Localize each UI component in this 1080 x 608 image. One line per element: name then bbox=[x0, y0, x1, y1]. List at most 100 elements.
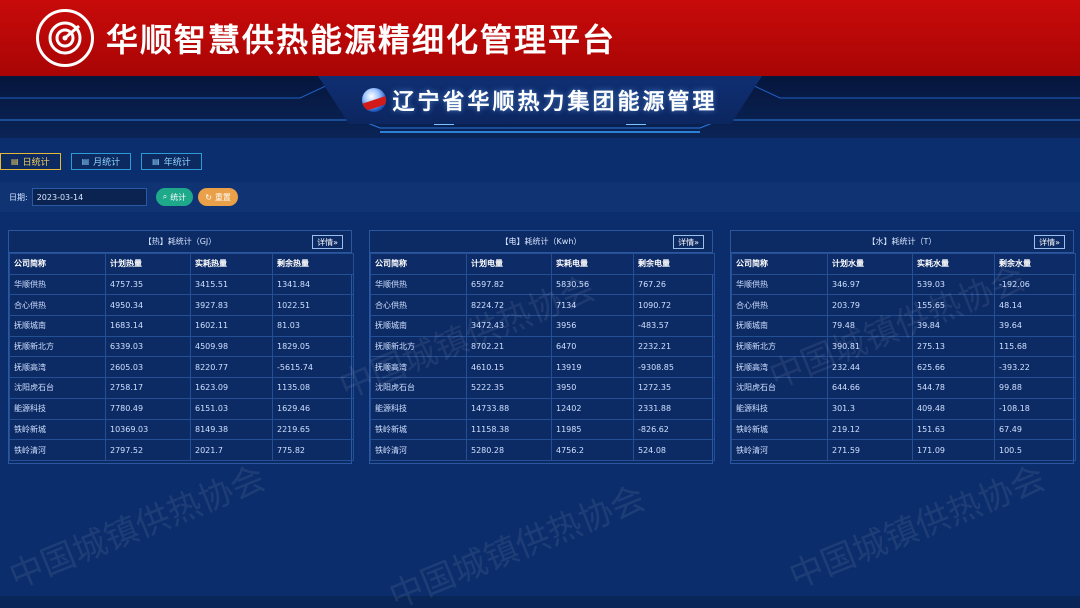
table-cell: 4610.15 bbox=[466, 356, 552, 379]
table-cell: 155.65 bbox=[912, 294, 995, 317]
table-row: 铁岭清河 271.59 171.09 100.5 bbox=[731, 439, 1076, 461]
column-header: 实耗热量 bbox=[190, 253, 273, 275]
table-cell: 39.64 bbox=[994, 315, 1076, 337]
table-cell: 12402 bbox=[551, 397, 634, 420]
table-cell: 232.44 bbox=[827, 356, 913, 379]
tab-yearly[interactable]: ▤ 年统计 bbox=[141, 153, 202, 170]
table-cell: 1135.08 bbox=[272, 377, 354, 399]
table-cell: 7134 bbox=[551, 294, 634, 317]
table-cell: 3950 bbox=[551, 377, 634, 399]
table-row: 能源科技 14733.88 12402 2331.88 bbox=[370, 397, 715, 420]
table-cell: 115.68 bbox=[994, 335, 1076, 358]
table-cell: 409.48 bbox=[912, 397, 995, 420]
filter-bar: 日期: ⌕ 统计 ↻ 重置 bbox=[0, 182, 1080, 212]
table-row: 华顺供热 4757.35 3415.51 1341.84 bbox=[9, 273, 354, 296]
column-header: 剩余电量 bbox=[633, 253, 715, 275]
table-cell: 4950.34 bbox=[105, 294, 191, 317]
calendar-icon: ▤ bbox=[11, 157, 19, 166]
detail-button[interactable]: 详情» bbox=[312, 235, 343, 249]
search-icon: ⌕ bbox=[162, 192, 168, 201]
table-cell: 81.03 bbox=[272, 315, 354, 337]
table-cell: 151.63 bbox=[912, 418, 995, 441]
water-panel: 【水】耗统计（T） 详情» 公司简称 计划水量 实耗水量 剩余水量 华顺供热 346.9… bbox=[730, 230, 1076, 464]
table-cell: 644.66 bbox=[827, 377, 913, 399]
calendar-icon: ▤ bbox=[152, 157, 160, 166]
table-cell: 5222.35 bbox=[466, 377, 552, 399]
table-cell: 2758.17 bbox=[105, 377, 191, 399]
table-cell: 抚顺新北方 bbox=[9, 335, 106, 358]
table-cell: 抚顺新北方 bbox=[731, 335, 828, 358]
panel-title: 【热】耗统计（GJ） bbox=[143, 237, 217, 246]
column-header: 公司简称 bbox=[731, 253, 828, 275]
tab-label: 年统计 bbox=[163, 158, 191, 168]
table-row: 能源科技 7780.49 6151.03 1629.46 bbox=[9, 397, 354, 420]
table-cell: 5280.28 bbox=[466, 439, 552, 461]
tab-daily[interactable]: ▤ 日统计 bbox=[0, 153, 61, 170]
table-cell: 48.14 bbox=[994, 294, 1076, 317]
column-header: 公司简称 bbox=[370, 253, 467, 275]
table-cell: 1683.14 bbox=[105, 315, 191, 337]
table-cell: 2797.52 bbox=[105, 439, 191, 461]
table-cell: 铁岭清河 bbox=[370, 439, 467, 461]
table-row: 抚顺新北方 390.81 275.13 115.68 bbox=[731, 335, 1076, 358]
table-cell: 6597.82 bbox=[466, 273, 552, 296]
bottom-bar bbox=[0, 596, 1080, 608]
table-cell: 沈阳虎石台 bbox=[731, 377, 828, 399]
calendar-icon: ▤ bbox=[81, 157, 90, 166]
table-cell: -108.18 bbox=[994, 397, 1076, 420]
table-cell: 合心供热 bbox=[9, 294, 106, 317]
table-cell: 铁岭新城 bbox=[370, 418, 467, 441]
reset-button[interactable]: ↻ 重置 bbox=[198, 188, 238, 206]
table-row: 铁岭清河 2797.52 2021.7 775.82 bbox=[9, 439, 354, 461]
table-cell: 524.08 bbox=[633, 439, 715, 461]
table-cell: 301.3 bbox=[827, 397, 913, 420]
table-row: 铁岭新城 11158.38 11985 -826.62 bbox=[370, 418, 715, 441]
table-cell: 775.82 bbox=[272, 439, 354, 461]
date-label: 日期: bbox=[9, 192, 28, 202]
table-row: 华顺供热 346.97 539.03 -192.06 bbox=[731, 273, 1076, 296]
table-cell: 3415.51 bbox=[190, 273, 273, 296]
tab-monthly[interactable]: ▤ 月统计 bbox=[70, 153, 132, 170]
table-cell: 抚顺城南 bbox=[370, 315, 467, 337]
table-cell: 华顺供热 bbox=[731, 273, 828, 296]
table-cell: 抚顺城南 bbox=[9, 315, 106, 337]
app-title: 华顺智慧供热能源精细化管理平台 bbox=[106, 21, 617, 59]
table-cell: 625.66 bbox=[912, 356, 995, 379]
table-row: 抚顺新北方 6339.03 4509.98 1829.05 bbox=[9, 335, 354, 358]
date-input[interactable] bbox=[31, 188, 147, 206]
detail-button[interactable]: 详情» bbox=[1034, 235, 1065, 249]
globe-logo-icon bbox=[362, 88, 387, 112]
table-cell: 铁岭清河 bbox=[731, 439, 828, 461]
table-cell: 4756.2 bbox=[551, 439, 634, 461]
table-cell: 271.59 bbox=[827, 439, 913, 461]
table-cell: 1022.51 bbox=[272, 294, 354, 317]
table-cell: 合心供热 bbox=[731, 294, 828, 317]
table-cell: 544.78 bbox=[912, 377, 995, 399]
table-cell: 275.13 bbox=[912, 335, 995, 358]
statistics-button[interactable]: ⌕ 统计 bbox=[155, 188, 194, 206]
table-cell: 抚顺城南 bbox=[731, 315, 828, 337]
tab-label: 月统计 bbox=[93, 158, 121, 168]
table-row: 抚顺新北方 8702.21 6470 2232.21 bbox=[370, 335, 715, 358]
refresh-icon: ↻ bbox=[205, 192, 212, 202]
page-title: 辽宁省华顺热力集团能源管理 bbox=[392, 90, 718, 115]
table-row: 铁岭新城 219.12 151.63 67.49 bbox=[731, 418, 1076, 441]
table-cell: 67.49 bbox=[994, 418, 1076, 441]
target-logo-icon bbox=[36, 9, 94, 67]
table-cell: 100.5 bbox=[994, 439, 1076, 461]
table-cell: 2219.65 bbox=[272, 418, 354, 441]
table-cell: 抚顺新北方 bbox=[370, 335, 467, 358]
panel-title: 【水】耗统计（T） bbox=[867, 237, 937, 246]
table-cell: 华顺供热 bbox=[370, 273, 467, 296]
table-row: 抚顺高湾 4610.15 13919 -9308.85 bbox=[370, 356, 715, 379]
panel-header: 【电】耗统计（Kwh） 详情» bbox=[370, 231, 712, 253]
column-header: 计划热量 bbox=[105, 253, 191, 275]
table-row: 合心供热 4950.34 3927.83 1022.51 bbox=[9, 294, 354, 317]
table-row: 抚顺城南 1683.14 1602.11 81.03 bbox=[9, 315, 354, 337]
table-cell: 抚顺高湾 bbox=[370, 356, 467, 379]
table-cell: 8702.21 bbox=[466, 335, 552, 358]
table-row: 合心供热 8224.72 7134 1090.72 bbox=[370, 294, 715, 317]
column-header: 实耗水量 bbox=[912, 253, 995, 275]
table-row: 抚顺城南 3472.43 3956 -483.57 bbox=[370, 315, 715, 337]
detail-button[interactable]: 详情» bbox=[673, 235, 704, 249]
